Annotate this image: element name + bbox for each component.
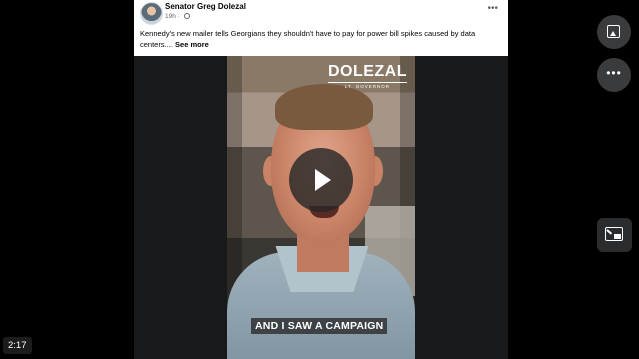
post-meta: 19h · (165, 13, 190, 20)
see-more-link[interactable]: See more (175, 40, 209, 49)
globe-icon (183, 13, 190, 19)
more-horizontal-icon: ••• (606, 66, 622, 80)
more-options-button[interactable]: ••• (597, 58, 631, 92)
view-image-button[interactable] (597, 15, 631, 49)
play-icon (315, 169, 331, 191)
author-name[interactable]: Senator Greg Dolezal (165, 2, 246, 11)
post-time[interactable]: 19h (165, 13, 176, 20)
video-person-hair (275, 84, 373, 130)
author-avatar[interactable] (140, 2, 163, 25)
brand-name: DOLEZAL (327, 63, 407, 80)
picture-in-picture-button[interactable] (597, 218, 632, 252)
picture-in-picture-icon (605, 227, 623, 241)
video-player[interactable]: DOLEZAL LT. GOVERNOR AND I SAW A CAMPAIG… (227, 56, 415, 359)
brand-logo: DOLEZAL LT. GOVERNOR (327, 63, 407, 89)
video-timestamp: 2:17 (3, 337, 32, 354)
post-header: Senator Greg Dolezal 19h · ••• Kennedy's… (134, 0, 508, 56)
facebook-post: Senator Greg Dolezal 19h · ••• Kennedy's… (134, 0, 508, 359)
post-caption: Kennedy's new mailer tells Georgians the… (140, 28, 502, 50)
play-button[interactable] (289, 148, 353, 212)
video-subtitle: AND I SAW A CAMPAIGN (251, 318, 388, 334)
image-icon (607, 25, 620, 38)
brand-subtitle: LT. GOVERNOR (327, 82, 407, 89)
post-options-button[interactable]: ••• (487, 3, 498, 14)
